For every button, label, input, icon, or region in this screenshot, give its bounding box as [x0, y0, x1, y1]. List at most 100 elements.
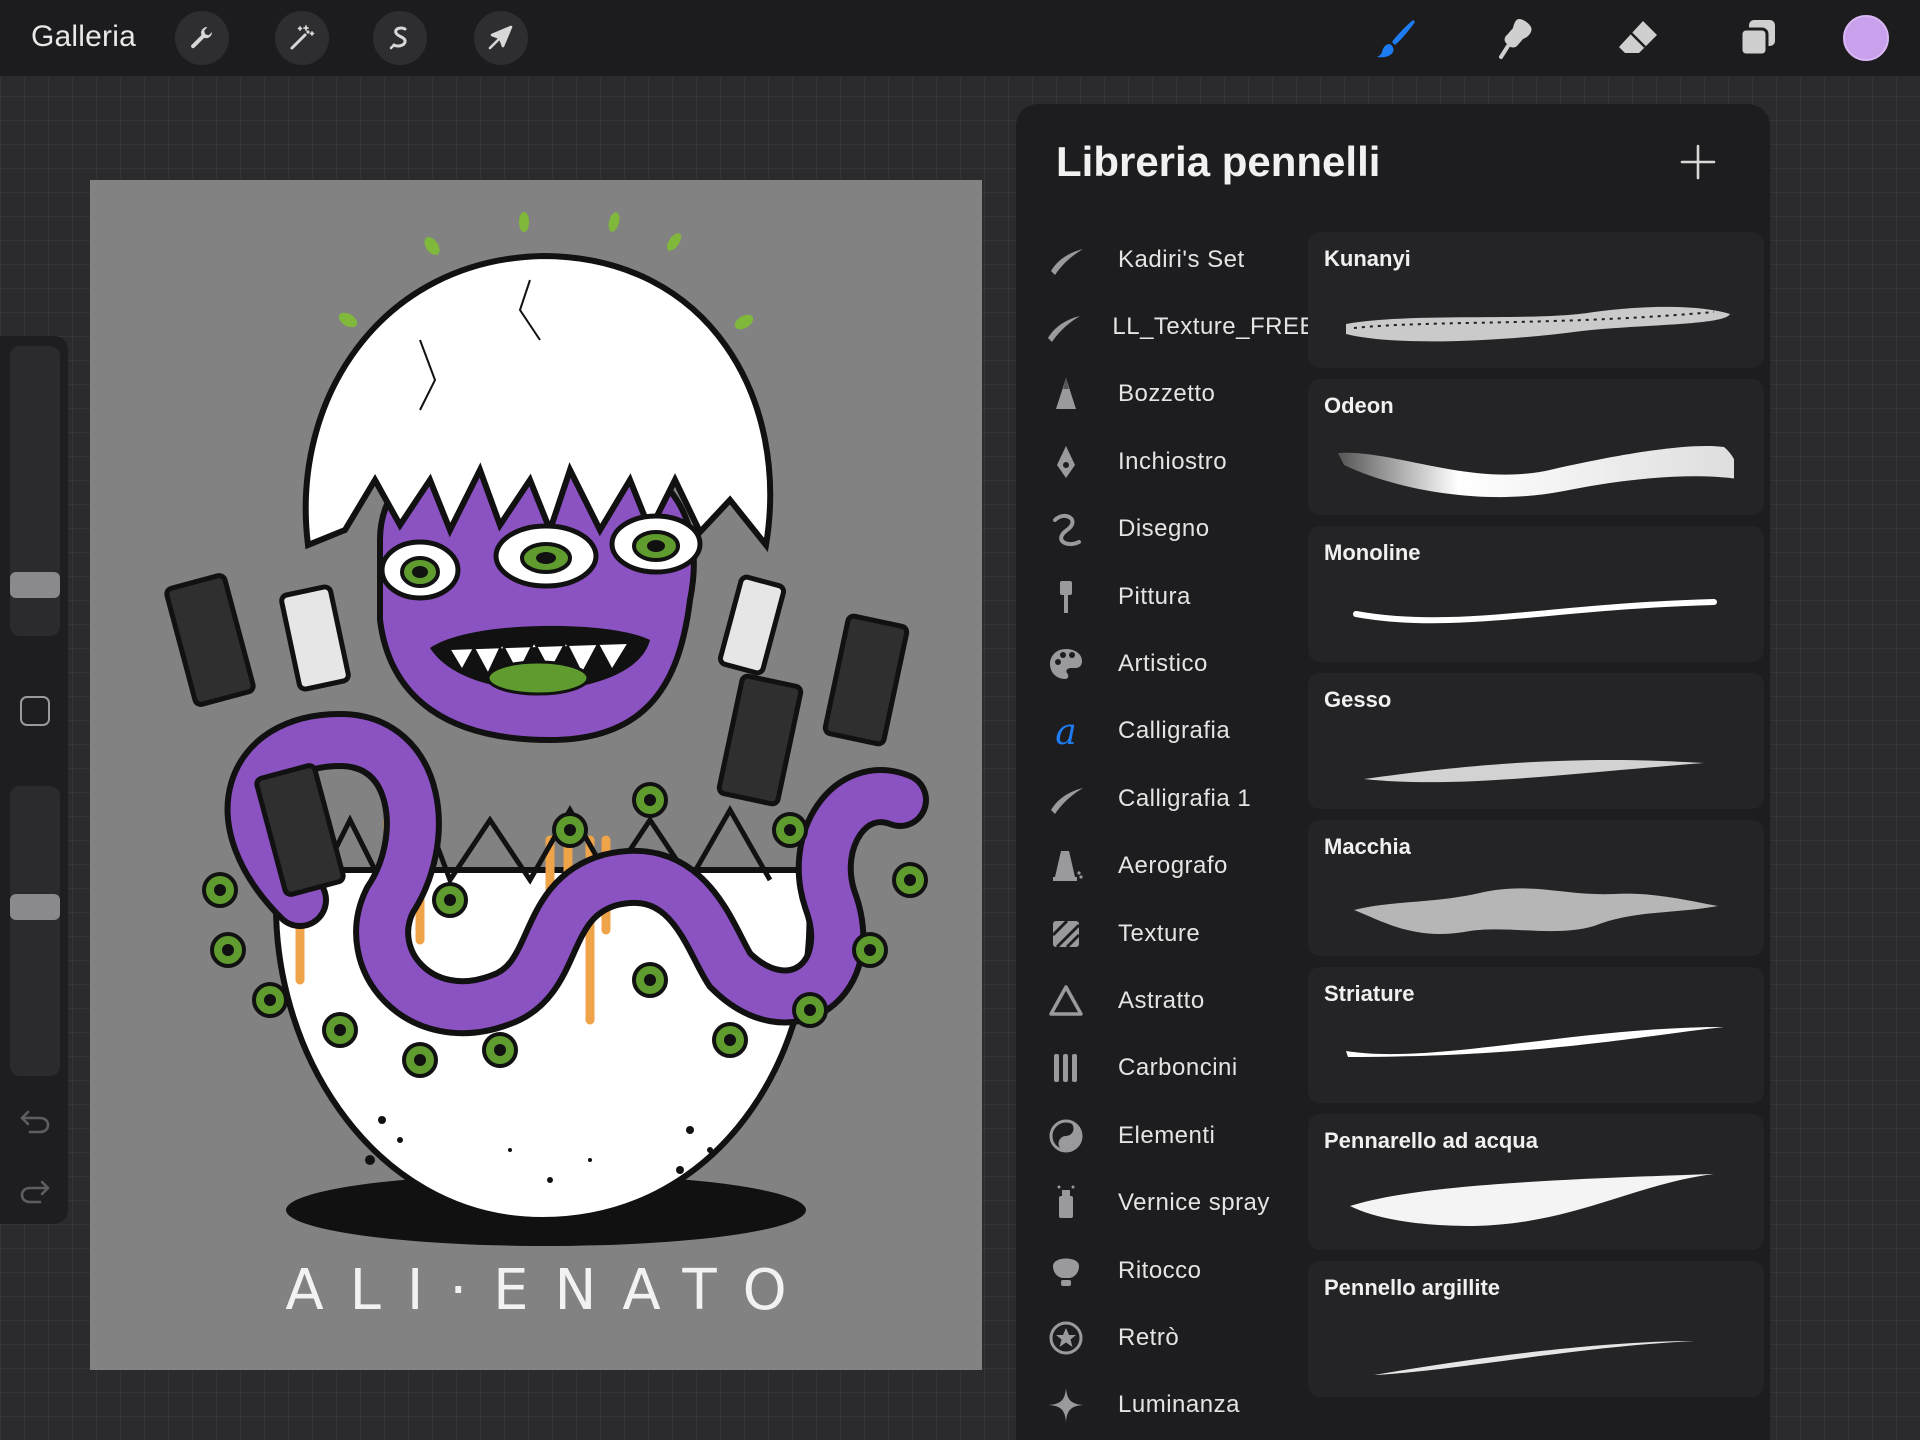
brush-card[interactable]: Kunanyi: [1308, 232, 1764, 368]
brush-preview: [1350, 1174, 1714, 1226]
pencil-tip-icon: [1016, 372, 1102, 416]
sparkle-icon: [1016, 1383, 1102, 1427]
brush-set-item[interactable]: Calligrafia 1: [1016, 765, 1316, 832]
drawing-canvas[interactable]: ALI·ENATO: [90, 180, 982, 1370]
brush-set-item[interactable]: Astratto: [1016, 967, 1316, 1034]
spray-can-icon: [1016, 1181, 1102, 1225]
brush-size-slider[interactable]: [10, 346, 60, 636]
set-label: Carboncini: [1118, 1054, 1238, 1082]
brush-card[interactable]: Striature: [1308, 967, 1764, 1103]
panel-title: Libreria pennelli: [1056, 138, 1381, 185]
paint-brush-icon: [1016, 575, 1102, 619]
eraser-icon[interactable]: [1612, 12, 1664, 64]
layers-icon[interactable]: [1732, 12, 1784, 64]
brush-card[interactable]: Monoline: [1308, 526, 1764, 662]
retouch-icon: [1016, 1249, 1102, 1293]
set-label: Ritocco: [1118, 1256, 1202, 1284]
brush-name: Gesso: [1324, 687, 1392, 712]
set-label: Inchiostro: [1118, 447, 1228, 475]
airbrush-icon: [1016, 844, 1102, 888]
set-label: Texture: [1118, 919, 1201, 947]
brush-size-thumb[interactable]: [10, 572, 60, 598]
brush-set-item[interactable]: Retrò: [1016, 1304, 1316, 1371]
texture-icon: [1016, 912, 1102, 956]
brush-icon[interactable]: [1370, 12, 1422, 64]
brush-preview: [1346, 1027, 1724, 1057]
redo-icon[interactable]: [18, 1176, 52, 1206]
set-label: Astratto: [1118, 986, 1205, 1014]
brush-name: Macchia: [1324, 834, 1411, 859]
selection-s-icon[interactable]: [373, 11, 427, 65]
plus-icon[interactable]: [1680, 144, 1716, 180]
stroke-icon: [1016, 777, 1102, 821]
brush-preview: [1353, 599, 1717, 624]
brush-set-item[interactable]: Luminanza: [1016, 1372, 1316, 1439]
set-label: Retrò: [1118, 1323, 1180, 1351]
brush-card[interactable]: Pennello argillite: [1308, 1261, 1764, 1397]
left-sidebar: [0, 336, 68, 1224]
brush-card[interactable]: Pennarello ad acqua: [1308, 1114, 1764, 1250]
brush-set-item[interactable]: Bozzetto: [1016, 361, 1316, 428]
wrench-icon[interactable]: [175, 11, 229, 65]
brush-name: Pennarello ad acqua: [1324, 1128, 1538, 1153]
charcoal-icon: [1016, 1046, 1102, 1090]
brush-name: Kunanyi: [1324, 246, 1411, 271]
set-label: Aerografo: [1118, 852, 1228, 880]
svg-text:a: a: [1055, 712, 1076, 750]
palette-icon: [1016, 642, 1102, 686]
brush-card[interactable]: Gesso: [1308, 673, 1764, 809]
set-label: Vernice spray: [1118, 1189, 1270, 1217]
stroke-icon: [1016, 238, 1102, 282]
yin-yang-icon: [1016, 1114, 1102, 1158]
pen-nib-icon: [1016, 440, 1102, 484]
set-label: Pittura: [1118, 582, 1191, 610]
brush-name: Odeon: [1324, 393, 1394, 418]
set-label: Artistico: [1118, 650, 1208, 678]
brush-set-item[interactable]: Disegno: [1016, 496, 1316, 563]
brush-set-item[interactable]: Ritocco: [1016, 1237, 1316, 1304]
artwork-caption: ALI·ENATO: [285, 1258, 813, 1323]
squiggle-icon: [1016, 507, 1102, 551]
set-label: Calligrafia 1: [1118, 784, 1252, 812]
alien-egg-illustration: [164, 212, 929, 1246]
brush-name: Striature: [1324, 981, 1415, 1006]
color-picker-button[interactable]: [1843, 15, 1889, 61]
brush-opacity-thumb[interactable]: [10, 894, 60, 920]
brush-preview: [1354, 888, 1718, 934]
set-label: Kadiri's Set: [1118, 245, 1245, 273]
set-label: LL_Texture_FREE: [1112, 313, 1316, 341]
brush-name: Monoline: [1324, 540, 1421, 565]
arrow-cursor-icon[interactable]: [474, 11, 528, 65]
smudge-icon[interactable]: [1490, 12, 1542, 64]
brush-card[interactable]: Odeon: [1308, 379, 1764, 515]
set-label: Bozzetto: [1118, 380, 1216, 408]
brush-set-item[interactable]: Carboncini: [1016, 1035, 1316, 1102]
brush-set-item[interactable]: Texture: [1016, 900, 1316, 967]
brush-set-item[interactable]: Inchiostro: [1016, 428, 1316, 495]
brush-set-item[interactable]: Elementi: [1016, 1102, 1316, 1169]
brush-set-list: Kadiri's Set LL_Texture_FREE Bozzetto In…: [1016, 226, 1316, 1439]
calligraphy-a-icon: a: [1016, 709, 1102, 753]
brush-set-item[interactable]: Kadiri's Set: [1016, 226, 1316, 293]
brush-library-panel: Libreria pennelli Kadiri's Set LL_Textur…: [1016, 104, 1770, 1440]
brush-set-item[interactable]: Pittura: [1016, 563, 1316, 630]
brush-set-item[interactable]: LL_Texture_FREE: [1016, 293, 1316, 360]
star-circle-icon: [1016, 1316, 1102, 1360]
gallery-button[interactable]: Galleria: [31, 20, 136, 54]
brush-preview: [1374, 1341, 1694, 1375]
brush-set-item[interactable]: Aerografo: [1016, 833, 1316, 900]
brush-set-item[interactable]: Vernice spray: [1016, 1169, 1316, 1236]
triangle-icon: [1016, 979, 1102, 1023]
magic-wand-icon[interactable]: [275, 11, 329, 65]
brush-set-item[interactable]: Artistico: [1016, 630, 1316, 697]
set-label: Elementi: [1118, 1121, 1216, 1149]
brush-opacity-slider[interactable]: [10, 786, 60, 1076]
stroke-icon: [1016, 305, 1096, 349]
set-label: Calligrafia: [1118, 717, 1231, 745]
set-label: Disegno: [1118, 515, 1210, 543]
brush-card[interactable]: Macchia: [1308, 820, 1764, 956]
brush-list: Kunanyi Odeon Monoline Gesso Macchia Str…: [1308, 232, 1764, 1408]
modifier-square-button[interactable]: [20, 696, 50, 726]
brush-set-item-active[interactable]: a Calligrafia: [1016, 698, 1316, 765]
undo-icon[interactable]: [18, 1106, 52, 1136]
